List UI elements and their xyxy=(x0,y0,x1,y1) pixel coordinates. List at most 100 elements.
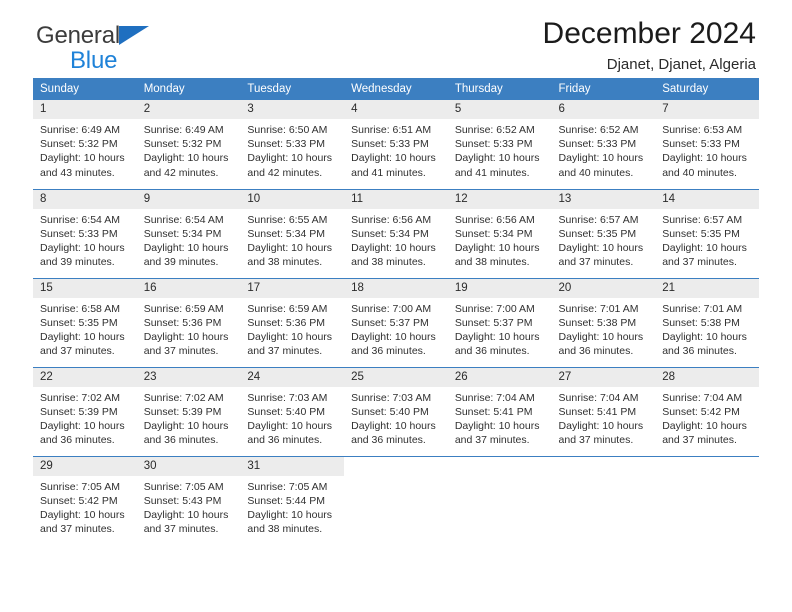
sunrise-text: Sunrise: 7:04 AM xyxy=(558,391,639,404)
calendar-day-cell[interactable]: 19 Sunrise: 7:00 AM Sunset: 5:37 PM Dayligh… xyxy=(447,277,552,367)
calendar-day-cell[interactable]: 2 Sunrise: 6:49 AM Sunset: 5:32 PM Daylight… xyxy=(136,100,241,189)
daylight-text-line1: Daylight: 10 hours xyxy=(247,419,333,432)
calendar-day-cell[interactable]: 15 Sunrise: 6:58 AM Sunset: 5:35 PM Dayligh… xyxy=(33,277,137,367)
calendar-day-cell[interactable]: 10 Sunrise: 6:55 AM Sunset: 5:34 PM Dayligh… xyxy=(240,188,345,278)
calendar-day-cell-empty xyxy=(447,455,552,545)
day-number: 6 xyxy=(551,100,656,119)
sunrise-text: Sunrise: 7:04 AM xyxy=(662,391,743,404)
calendar-day-cell[interactable]: 13 Sunrise: 6:57 AM Sunset: 5:35 PM Dayligh… xyxy=(551,188,656,278)
daylight-text-line2: and 38 minutes. xyxy=(351,256,426,269)
daylight-text-line1: Daylight: 10 hours xyxy=(662,152,747,165)
sunrise-text: Sunrise: 6:49 AM xyxy=(40,124,120,136)
calendar-week-row: 15 Sunrise: 6:58 AM Sunset: 5:35 PM Dayligh… xyxy=(33,277,759,367)
calendar-day-cell[interactable]: 9 Sunrise: 6:54 AM Sunset: 5:34 PM Daylight… xyxy=(136,188,241,278)
calendar-day-cell[interactable]: 3 Sunrise: 6:50 AM Sunset: 5:33 PM Daylight… xyxy=(240,100,345,189)
daylight-text-line1: Daylight: 10 hours xyxy=(351,152,436,165)
daylight-text-line2: and 37 minutes. xyxy=(40,523,115,536)
calendar-day-cell[interactable]: 27 Sunrise: 7:04 AM Sunset: 5:41 PM Dayligh… xyxy=(551,366,656,456)
day-details: Sunrise: 6:57 AM Sunset: 5:35 PM Daylight:… xyxy=(655,209,759,270)
day-details: Sunrise: 6:51 AM Sunset: 5:33 PM Daylight:… xyxy=(344,119,448,180)
sunset-text: Sunset: 5:43 PM xyxy=(143,494,222,507)
sunset-text: Sunset: 5:34 PM xyxy=(143,227,222,240)
day-number: 29 xyxy=(33,456,137,476)
sunset-text: Sunset: 5:33 PM xyxy=(662,138,740,151)
logo-text-general-wrap: General xyxy=(36,24,149,48)
weekday-header-sunday: Sunday xyxy=(33,78,137,100)
calendar-day-cell[interactable]: 23 Sunrise: 7:02 AM Sunset: 5:39 PM Dayligh… xyxy=(136,366,241,456)
sunrise-text: Sunrise: 7:05 AM xyxy=(40,480,120,493)
calendar-day-cell[interactable]: 17 Sunrise: 6:59 AM Sunset: 5:36 PM Dayligh… xyxy=(240,277,345,367)
day-details: Sunrise: 6:59 AM Sunset: 5:36 PM Daylight:… xyxy=(137,298,241,359)
day-details: Sunrise: 7:01 AM Sunset: 5:38 PM Daylight:… xyxy=(655,298,759,359)
weekday-header-row: Sunday Monday Tuesday Wednesday Thursday… xyxy=(33,78,759,100)
sunrise-text: Sunrise: 7:05 AM xyxy=(143,480,224,493)
day-number: 21 xyxy=(655,278,759,298)
sunrise-text: Sunrise: 6:56 AM xyxy=(454,213,535,226)
calendar-day-cell[interactable]: 11 Sunrise: 6:56 AM Sunset: 5:34 PM Dayligh… xyxy=(344,188,448,278)
calendar-week-row: 22 Sunrise: 7:02 AM Sunset: 5:39 PM Dayligh… xyxy=(33,366,759,456)
sunset-text: Sunset: 5:35 PM xyxy=(40,316,118,329)
calendar-day-cell[interactable]: 24 Sunrise: 7:03 AM Sunset: 5:40 PM Dayligh… xyxy=(240,366,345,456)
daylight-text-line1: Daylight: 10 hours xyxy=(558,241,644,254)
sunset-text: Sunset: 5:41 PM xyxy=(558,405,637,418)
calendar-day-cell[interactable]: 7 Sunrise: 6:53 AM Sunset: 5:33 PM Daylight… xyxy=(655,100,759,189)
daylight-text-line2: and 43 minutes. xyxy=(40,166,115,179)
day-details: Sunrise: 7:00 AM Sunset: 5:37 PM Daylight:… xyxy=(448,298,552,359)
daylight-text-line2: and 39 minutes. xyxy=(143,256,219,269)
calendar-day-cell[interactable]: 26 Sunrise: 7:04 AM Sunset: 5:41 PM Dayligh… xyxy=(447,366,552,456)
calendar-day-cell[interactable]: 8 Sunrise: 6:54 AM Sunset: 5:33 PM Daylight… xyxy=(33,188,137,278)
calendar-day-cell[interactable]: 31 Sunrise: 7:05 AM Sunset: 5:44 PM Dayligh… xyxy=(240,455,345,545)
calendar-body: 1 Sunrise: 6:49 AM Sunset: 5:32 PM Daylight… xyxy=(33,100,759,545)
calendar-day-cell[interactable]: 21 Sunrise: 7:01 AM Sunset: 5:38 PM Dayligh… xyxy=(655,277,759,367)
weekday-header-thursday: Thursday xyxy=(447,78,552,100)
calendar-week-row: 1 Sunrise: 6:49 AM Sunset: 5:32 PM Daylight… xyxy=(33,100,759,189)
calendar-day-cell[interactable]: 12 Sunrise: 6:56 AM Sunset: 5:34 PM Dayligh… xyxy=(447,188,552,278)
day-number: 4 xyxy=(344,100,448,119)
calendar-day-cell[interactable]: 16 Sunrise: 6:59 AM Sunset: 5:36 PM Dayligh… xyxy=(136,277,241,367)
calendar-day-cell-empty xyxy=(655,455,759,545)
daylight-text-line1: Daylight: 10 hours xyxy=(143,508,229,521)
sunset-text: Sunset: 5:33 PM xyxy=(558,138,637,151)
day-details: Sunrise: 7:01 AM Sunset: 5:38 PM Daylight:… xyxy=(552,298,656,359)
sunrise-text: Sunrise: 6:49 AM xyxy=(143,124,224,136)
day-details: Sunrise: 7:05 AM Sunset: 5:44 PM Daylight:… xyxy=(240,476,344,537)
day-number: 30 xyxy=(136,456,241,476)
sunrise-text: Sunrise: 7:04 AM xyxy=(454,391,535,404)
calendar-day-cell[interactable]: 6 Sunrise: 6:52 AM Sunset: 5:33 PM Daylight… xyxy=(551,100,656,189)
calendar-day-cell[interactable]: 14 Sunrise: 6:57 AM Sunset: 5:35 PM Dayligh… xyxy=(655,188,759,278)
calendar-day-cell[interactable]: 20 Sunrise: 7:01 AM Sunset: 5:38 PM Dayligh… xyxy=(551,277,656,367)
day-number: 3 xyxy=(240,100,345,119)
day-number xyxy=(344,456,448,476)
calendar-day-cell[interactable]: 4 Sunrise: 6:51 AM Sunset: 5:33 PM Daylight… xyxy=(344,100,448,189)
day-number: 28 xyxy=(655,367,759,387)
calendar-day-cell[interactable]: 1 Sunrise: 6:49 AM Sunset: 5:32 PM Daylight… xyxy=(33,100,137,189)
day-number: 13 xyxy=(551,189,656,209)
calendar-day-cell[interactable]: 18 Sunrise: 7:00 AM Sunset: 5:37 PM Dayligh… xyxy=(344,277,448,367)
calendar-day-cell-empty xyxy=(344,455,448,545)
sunset-text: Sunset: 5:42 PM xyxy=(662,405,740,418)
calendar-day-cell[interactable]: 28 Sunrise: 7:04 AM Sunset: 5:42 PM Dayligh… xyxy=(655,366,759,456)
daylight-text-line1: Daylight: 10 hours xyxy=(40,152,125,165)
logo-text-general: General xyxy=(36,22,120,49)
day-number: 31 xyxy=(240,456,345,476)
daylight-text-line1: Daylight: 10 hours xyxy=(558,330,644,343)
daylight-text-line1: Daylight: 10 hours xyxy=(662,241,747,254)
page-title: December 2024 xyxy=(542,17,756,50)
calendar-day-cell[interactable]: 29 Sunrise: 7:05 AM Sunset: 5:42 PM Dayligh… xyxy=(33,455,137,545)
sunrise-text: Sunrise: 6:59 AM xyxy=(247,302,328,315)
calendar-day-cell[interactable]: 5 Sunrise: 6:52 AM Sunset: 5:33 PM Daylight… xyxy=(447,100,552,189)
weekday-header-wednesday: Wednesday xyxy=(344,78,448,100)
calendar-day-cell[interactable]: 25 Sunrise: 7:03 AM Sunset: 5:40 PM Dayligh… xyxy=(344,366,448,456)
daylight-text-line2: and 42 minutes. xyxy=(247,166,323,179)
day-details: Sunrise: 7:04 AM Sunset: 5:42 PM Daylight:… xyxy=(655,387,759,448)
daylight-text-line1: Daylight: 10 hours xyxy=(454,241,540,254)
day-number: 18 xyxy=(344,278,448,298)
day-details: Sunrise: 6:54 AM Sunset: 5:33 PM Daylight:… xyxy=(33,209,137,270)
day-number: 20 xyxy=(551,278,656,298)
calendar-day-cell[interactable]: 30 Sunrise: 7:05 AM Sunset: 5:43 PM Dayligh… xyxy=(136,455,241,545)
calendar-day-cell[interactable]: 22 Sunrise: 7:02 AM Sunset: 5:39 PM Dayligh… xyxy=(33,366,137,456)
page-header: General Blue December 2024 Djanet, Djane… xyxy=(33,0,759,78)
sunset-text: Sunset: 5:35 PM xyxy=(558,227,637,240)
generalblue-logo[interactable]: General Blue xyxy=(36,24,149,73)
daylight-text-line1: Daylight: 10 hours xyxy=(247,241,333,254)
